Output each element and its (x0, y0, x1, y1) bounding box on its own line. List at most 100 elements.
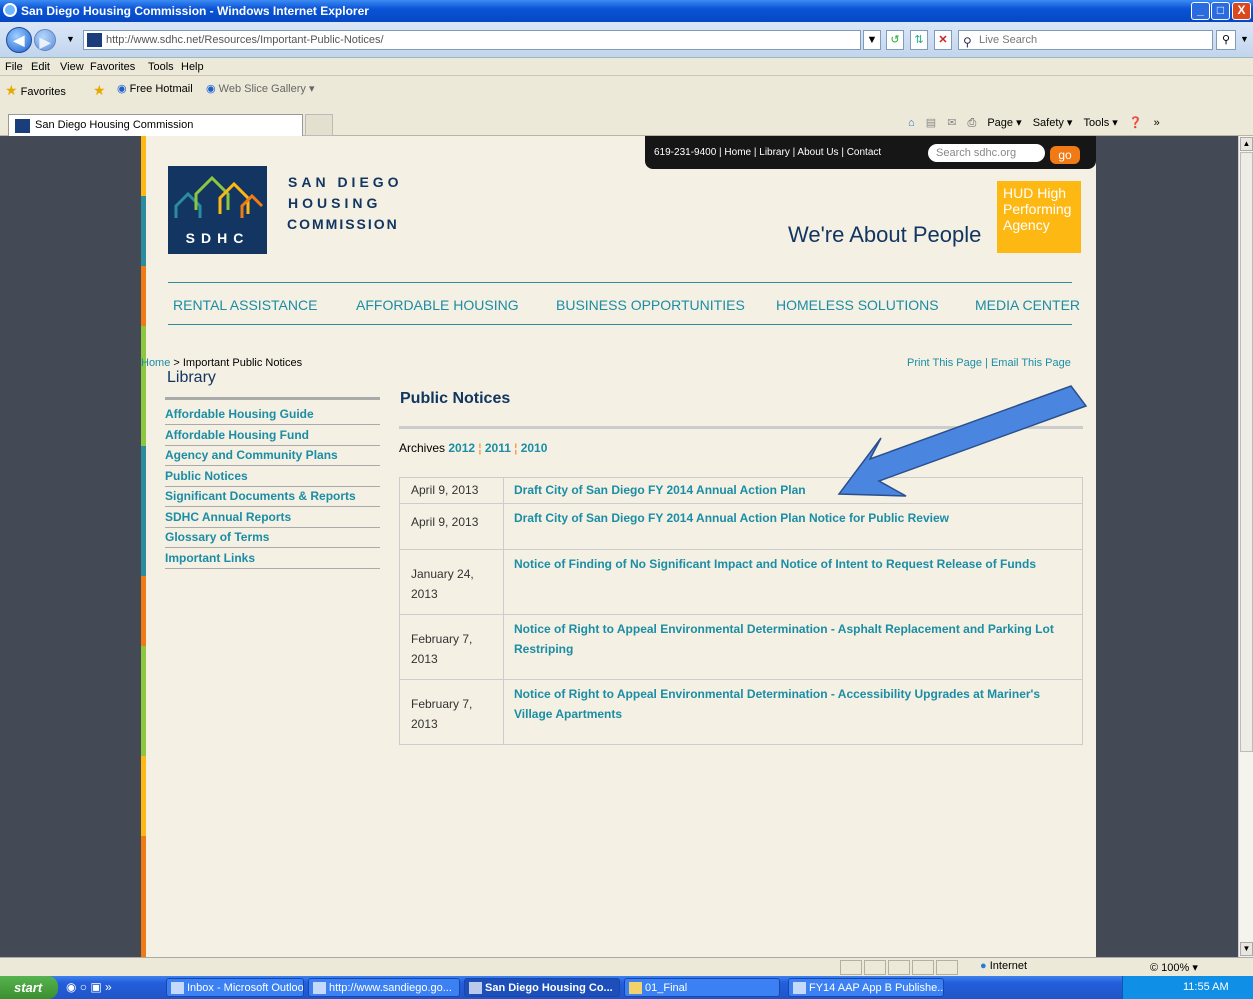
notice-link[interactable]: Notice of Right to Appeal Environmental … (504, 680, 1082, 724)
home-icon[interactable]: ⌂ (908, 117, 915, 129)
clock[interactable]: 11:55 AM (1183, 981, 1229, 993)
task-word-doc[interactable]: FY14 AAP App B Publishe... (788, 978, 944, 997)
address-bar[interactable]: http://www.sdhc.net/Resources/Important-… (83, 30, 861, 50)
menu-help[interactable]: Help (181, 61, 204, 73)
page-menu[interactable]: Page ▾ (987, 117, 1021, 129)
notice-date: February 7, 2013 (400, 680, 504, 744)
sidebar-item-important-links[interactable]: Important Links (165, 549, 380, 569)
vertical-scrollbar[interactable]: ▲ ▼ (1238, 136, 1253, 957)
start-button[interactable]: start (0, 976, 58, 999)
logo-sdhc-text: SDHC (185, 230, 250, 246)
feeds-icon[interactable]: ▤ (926, 117, 936, 129)
print-icon[interactable]: ⎙ (967, 117, 976, 129)
ie-page-icon: ◉ (117, 83, 127, 95)
compatibility-view-icon[interactable]: ↺ (886, 30, 904, 50)
menu-view[interactable]: View (60, 61, 84, 73)
search-options-icon[interactable]: ▼ (1240, 34, 1249, 44)
nav-divider (168, 282, 1072, 283)
scroll-up-icon[interactable]: ▲ (1240, 137, 1253, 151)
tab-sdhc[interactable]: San Diego Housing Commission (8, 114, 303, 136)
nav-rental-assistance[interactable]: RENTAL ASSISTANCE (173, 297, 317, 313)
search-placeholder: Live Search (979, 34, 1038, 46)
search-go-icon[interactable]: ⚲ (1216, 30, 1236, 50)
task-outlook[interactable]: Inbox - Microsoft Outlook (166, 978, 304, 997)
sidebar-item-public-notices[interactable]: Public Notices (165, 467, 380, 487)
chevron-more-icon[interactable]: » (1154, 117, 1160, 129)
notice-link[interactable]: Notice of Right to Appeal Environmental … (504, 615, 1082, 659)
refresh-icon[interactable]: ⇅ (910, 30, 928, 50)
utility-links[interactable]: 619-231-9400 | Home | Library | About Us… (654, 147, 881, 158)
menu-edit[interactable]: Edit (31, 61, 50, 73)
sidebar-item-affordable-housing-guide[interactable]: Affordable Housing Guide (165, 405, 380, 425)
breadcrumb: Home > Important Public Notices (141, 357, 302, 369)
nav-business-opportunities[interactable]: BUSINESS OPPORTUNITIES (556, 297, 745, 313)
close-button[interactable]: X (1232, 2, 1251, 20)
menu-file[interactable]: File (5, 61, 23, 73)
address-dropdown-icon[interactable]: ▼ (863, 30, 881, 50)
archives-links: Archives 2012 ¦ 2011 ¦ 2010 (399, 441, 547, 455)
favorites-button[interactable]: ★ Favorites (5, 82, 66, 99)
stop-icon[interactable]: ✕ (934, 30, 952, 50)
security-zone[interactable]: ● Internet (980, 960, 1027, 972)
sidebar-item-annual-reports[interactable]: SDHC Annual Reports (165, 508, 380, 528)
sidebar-item-agency-community-plans[interactable]: Agency and Community Plans (165, 446, 380, 466)
site-search-input[interactable]: Search sdhc.org (928, 144, 1045, 162)
task-label: http://www.sandiego.go... (329, 982, 452, 994)
status-bar: ● Internet © 100% ▾ (0, 957, 1253, 976)
site-search-go-button[interactable]: go (1050, 146, 1080, 164)
favorite-web-slice-gallery[interactable]: ◉ Web Slice Gallery ▾ (206, 82, 314, 95)
help-icon[interactable]: ❓ (1129, 117, 1143, 129)
nav-homeless-solutions[interactable]: HOMELESS SOLUTIONS (776, 297, 939, 313)
maximize-button[interactable]: □ (1211, 2, 1230, 20)
logo-wordmark: SAN DIEGO HOUSING COMMISSION (287, 172, 403, 235)
search-input[interactable]: ⚲ Live Search (958, 30, 1213, 50)
notice-date: January 24, 2013 (400, 550, 504, 614)
tab-title: San Diego Housing Commission (35, 119, 194, 131)
history-dropdown-icon[interactable]: ▼ (66, 34, 75, 44)
task-label: San Diego Housing Co... (485, 982, 613, 994)
scroll-down-icon[interactable]: ▼ (1240, 942, 1253, 956)
archive-separator: ¦ (510, 441, 521, 455)
browser-viewport: 619-231-9400 | Home | Library | About Us… (0, 136, 1238, 957)
breadcrumb-home[interactable]: Home (141, 357, 170, 369)
archive-2012-link[interactable]: 2012 (448, 441, 475, 455)
command-bar: ⌂ ▤ ✉ ⎙ Page ▾ Safety ▾ Tools ▾ ❓ » (900, 116, 1160, 130)
sidebar-item-affordable-housing-fund[interactable]: Affordable Housing Fund (165, 426, 380, 446)
archive-2010-link[interactable]: 2010 (521, 441, 548, 455)
task-folder[interactable]: 01_Final (624, 978, 780, 997)
mail-icon[interactable]: ✉ (947, 117, 956, 129)
tools-menu[interactable]: Tools ▾ (1084, 117, 1118, 129)
menu-favorites[interactable]: Favorites (90, 61, 135, 73)
houses-logo-icon (174, 175, 264, 218)
archive-2011-link[interactable]: 2011 (485, 441, 511, 455)
notice-link[interactable]: Draft City of San Diego FY 2014 Annual A… (504, 504, 1082, 528)
new-tab-button[interactable] (305, 114, 333, 136)
title-divider (399, 426, 1083, 429)
scroll-thumb[interactable] (1240, 152, 1253, 752)
task-ie-sdhc[interactable]: San Diego Housing Co... (464, 978, 620, 997)
zoom-level[interactable]: © 100% ▾ (1150, 961, 1198, 974)
minimize-button[interactable]: _ (1191, 2, 1210, 20)
safety-menu[interactable]: Safety ▾ (1033, 117, 1073, 129)
nav-affordable-housing[interactable]: AFFORDABLE HOUSING (356, 297, 519, 313)
ie-icon (313, 982, 326, 994)
forward-button[interactable]: ▶ (34, 29, 56, 51)
add-favorite-icon[interactable]: ★ (93, 82, 106, 99)
table-row: February 7, 2013 Notice of Right to Appe… (400, 680, 1082, 745)
back-button[interactable]: ◀ (6, 27, 32, 53)
notice-link[interactable]: Draft City of San Diego FY 2014 Annual A… (504, 478, 1082, 500)
status-cell (912, 960, 934, 975)
menu-tools[interactable]: Tools (148, 61, 174, 73)
notice-link[interactable]: Notice of Finding of No Significant Impa… (504, 550, 1082, 574)
ie-icon (469, 982, 482, 994)
notice-date: February 7, 2013 (400, 615, 504, 679)
page-content: 619-231-9400 | Home | Library | About Us… (141, 136, 1096, 957)
nav-media-center[interactable]: MEDIA CENTER (975, 297, 1080, 313)
quick-launch-icons[interactable]: ◉ ○ ▣ » (66, 980, 112, 994)
sidebar-item-significant-documents[interactable]: Significant Documents & Reports (165, 487, 380, 507)
sidebar-item-glossary[interactable]: Glossary of Terms (165, 528, 380, 548)
task-ie-sandiego[interactable]: http://www.sandiego.go... (308, 978, 460, 997)
favorite-free-hotmail[interactable]: ◉ Free Hotmail (117, 82, 193, 95)
archive-separator: ¦ (475, 441, 485, 455)
print-email-links[interactable]: Print This Page | Email This Page (907, 357, 1071, 369)
